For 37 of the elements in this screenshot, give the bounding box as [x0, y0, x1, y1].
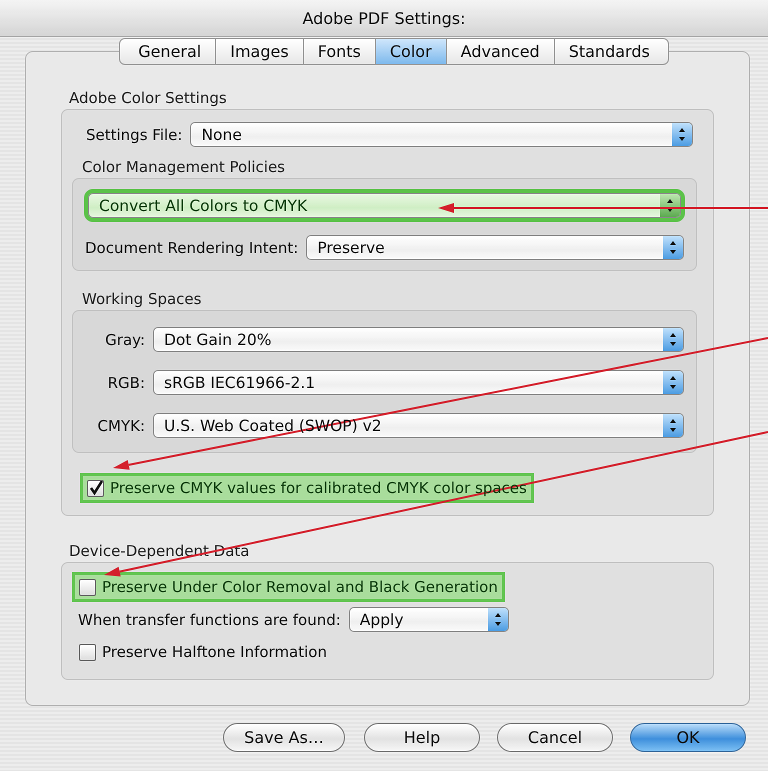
- checkbox-label: Preserve Halftone Information: [102, 643, 327, 661]
- stepper-icon: [672, 123, 692, 146]
- checkbox[interactable]: [79, 644, 96, 660]
- field-label: Gray:: [104, 330, 145, 348]
- stepper-icon: [663, 414, 683, 437]
- dropdown[interactable]: Preserve: [306, 235, 684, 260]
- field-label: Document Rendering Intent:: [85, 238, 298, 256]
- tab[interactable]: Fonts: [304, 38, 376, 65]
- dropdown[interactable]: Dot Gain 20%: [153, 327, 684, 352]
- checkbox[interactable]: [87, 480, 104, 496]
- stepper-icon: [663, 371, 683, 394]
- section-heading: Adobe Color Settings: [68, 89, 228, 107]
- window-title: Adobe PDF Settings:: [302, 8, 466, 28]
- stepper-icon: [663, 236, 683, 259]
- stepper-icon: [663, 328, 683, 351]
- button[interactable]: Help: [364, 723, 480, 752]
- tab[interactable]: Color: [376, 38, 447, 65]
- checkbox-label: Preserve Under Color Removal and Black Generation: [102, 578, 498, 596]
- checkbox[interactable]: [79, 578, 96, 596]
- tab[interactable]: Images: [216, 38, 304, 65]
- stepper-icon: [660, 194, 680, 217]
- section-heading: Color Management Policies: [81, 158, 286, 176]
- dropdown[interactable]: None: [190, 122, 693, 147]
- dropdown[interactable]: Apply: [348, 607, 509, 632]
- field-label: RGB:: [106, 374, 145, 392]
- button[interactable]: OK: [630, 723, 746, 752]
- button[interactable]: Cancel: [497, 723, 613, 752]
- button[interactable]: Save As…: [223, 723, 345, 752]
- stepper-icon: [488, 608, 508, 631]
- tab[interactable]: General: [119, 38, 216, 65]
- dropdown[interactable]: sRGB IEC61966-2.1: [153, 370, 684, 395]
- field-label: Settings File:: [86, 126, 182, 144]
- tab[interactable]: Advanced: [446, 38, 555, 65]
- tab[interactable]: Standards: [554, 38, 669, 65]
- section-heading: Working Spaces: [81, 290, 202, 308]
- field-label: When transfer functions are found:: [78, 610, 341, 628]
- field-label: CMYK:: [96, 416, 145, 434]
